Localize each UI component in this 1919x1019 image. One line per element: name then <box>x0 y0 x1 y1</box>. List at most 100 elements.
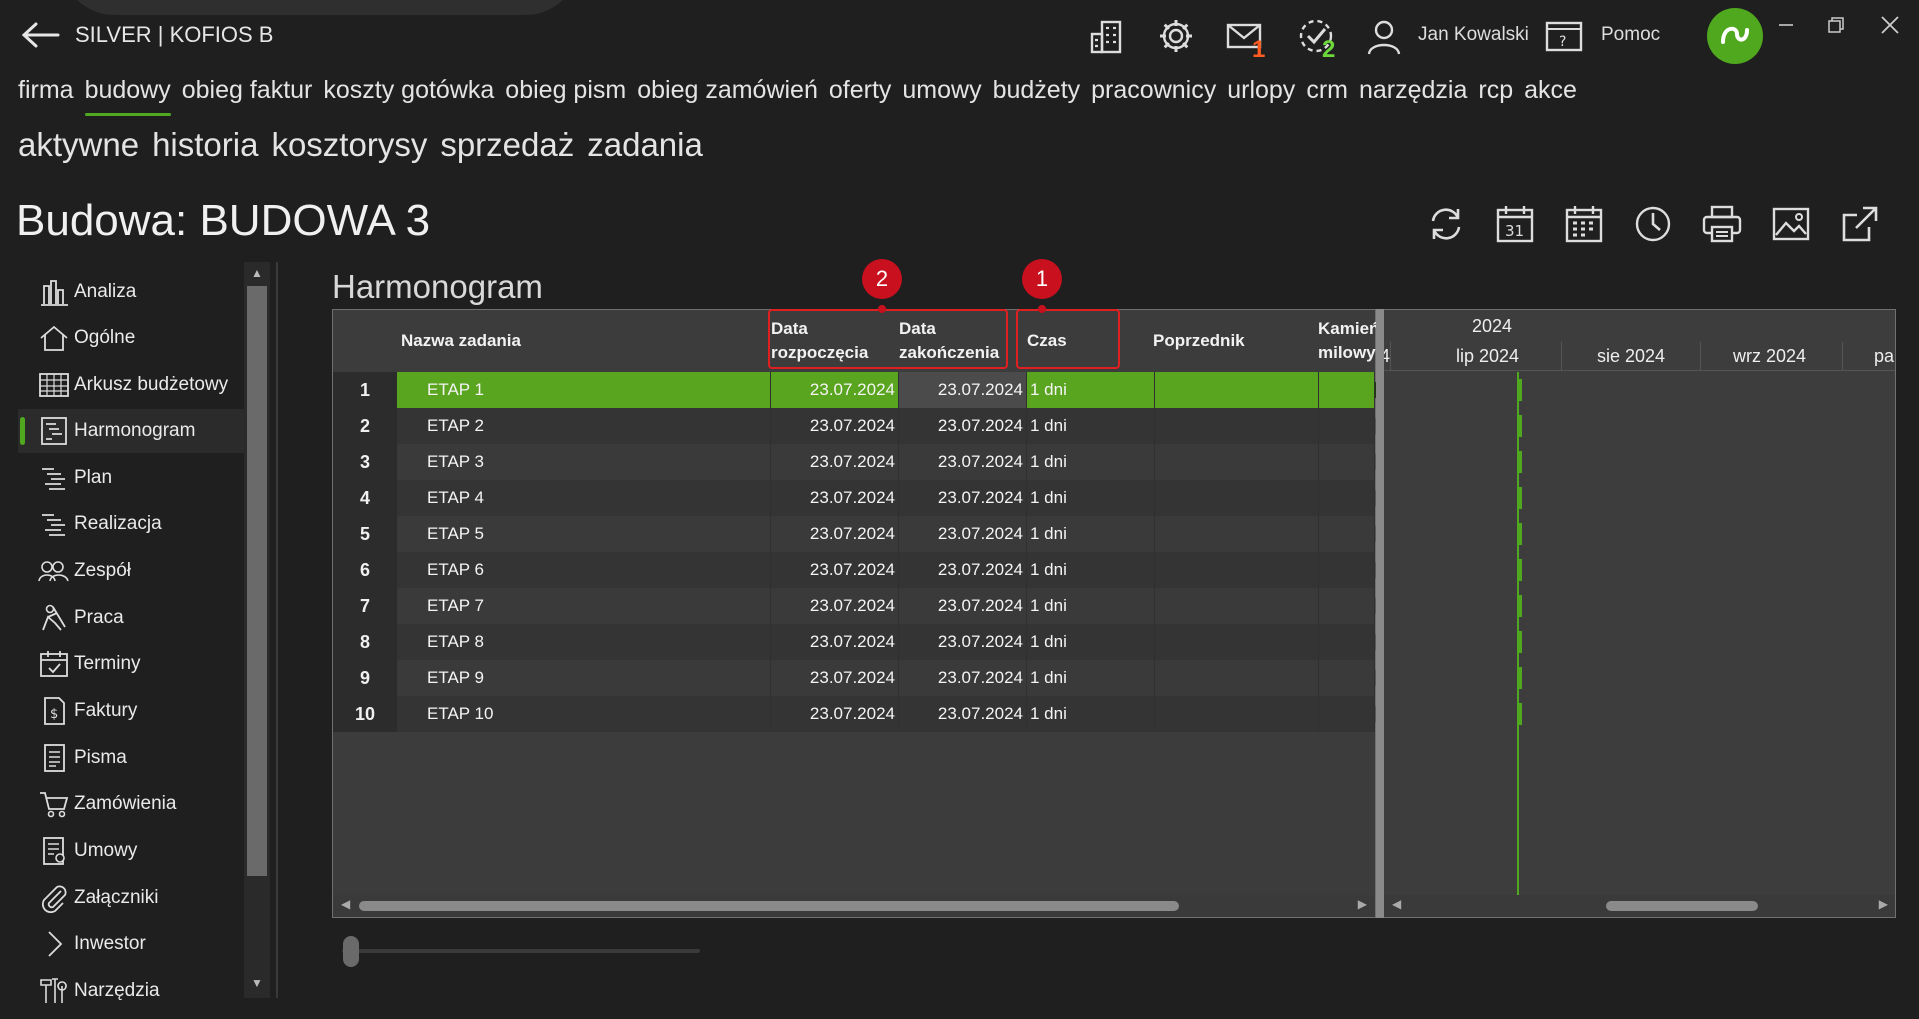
tasks-button[interactable]: 2 <box>1294 14 1338 63</box>
nav-item-obieg-faktur[interactable]: obieg faktur <box>182 76 313 116</box>
nav-item-budowy[interactable]: budowy <box>84 76 171 116</box>
table-row[interactable]: 2 ETAP 2 23.07.2024 23.07.2024 1 dni <box>333 408 1383 444</box>
cell-task-name[interactable]: ETAP 8 <box>397 624 771 660</box>
help-label[interactable]: Pomoc <box>1601 24 1660 46</box>
cell-start-date[interactable]: 23.07.2024 <box>771 660 899 696</box>
sidebar-item-zespol[interactable]: Zespół <box>18 549 244 593</box>
sidebar-item-plan[interactable]: Plan <box>18 456 244 500</box>
subnav-historia[interactable]: historia <box>152 126 258 164</box>
sidebar-scrollbar[interactable]: ▲ ▼ <box>244 262 270 998</box>
table-row[interactable]: 8 ETAP 8 23.07.2024 23.07.2024 1 dni <box>333 624 1383 660</box>
cell-start-date[interactable]: 23.07.2024 <box>771 624 899 660</box>
sidebar-item-ogolne[interactable]: Ogólne <box>18 316 244 360</box>
scroll-left-icon[interactable]: ◀ <box>1392 897 1401 911</box>
cell-end-date[interactable]: 23.07.2024 <box>899 696 1027 732</box>
refresh-button[interactable] <box>1422 200 1470 248</box>
subnav-kosztorysy[interactable]: kosztorysy <box>271 126 427 164</box>
print-button[interactable] <box>1698 200 1746 248</box>
cell-predecessor[interactable] <box>1155 624 1319 660</box>
sidebar-item-harmonogram[interactable]: Harmonogram <box>18 409 244 453</box>
cell-task-name[interactable]: ETAP 3 <box>397 444 771 480</box>
cell-duration[interactable]: 1 dni <box>1027 660 1155 696</box>
sidebar-item-pisma[interactable]: Pisma <box>18 736 244 780</box>
calendar-month-button[interactable] <box>1560 200 1608 248</box>
back-button[interactable] <box>18 18 62 52</box>
cell-end-date[interactable]: 23.07.2024 <box>899 588 1027 624</box>
cell-milestone[interactable] <box>1319 552 1383 588</box>
cell-milestone[interactable] <box>1319 408 1383 444</box>
cell-predecessor[interactable] <box>1155 372 1319 408</box>
cell-duration[interactable]: 1 dni <box>1027 480 1155 516</box>
sidebar-item-zalaczniki[interactable]: Załączniki <box>18 876 244 920</box>
scroll-down-icon[interactable]: ▼ <box>244 976 270 992</box>
cell-milestone[interactable] <box>1319 372 1383 408</box>
table-row[interactable]: 6 ETAP 6 23.07.2024 23.07.2024 1 dni <box>333 552 1383 588</box>
nav-item-oferty[interactable]: oferty <box>829 76 892 116</box>
cell-predecessor[interactable] <box>1155 408 1319 444</box>
cell-start-date[interactable]: 23.07.2024 <box>771 444 899 480</box>
subnav-zadania[interactable]: zadania <box>587 126 703 164</box>
nav-item-umowy[interactable]: umowy <box>902 76 981 116</box>
grid-scroll-thumb[interactable] <box>359 901 1179 911</box>
gantt-scroll-thumb[interactable] <box>1606 901 1758 911</box>
table-row[interactable]: 3 ETAP 3 23.07.2024 23.07.2024 1 dni <box>333 444 1383 480</box>
cell-end-date[interactable]: 23.07.2024 <box>899 624 1027 660</box>
cell-milestone[interactable] <box>1319 660 1383 696</box>
cell-start-date[interactable]: 23.07.2024 <box>771 372 899 408</box>
sidebar-item-realizacja[interactable]: Realizacja <box>18 502 244 546</box>
buildings-button[interactable] <box>1086 14 1130 58</box>
sidebar-item-terminy[interactable]: Terminy <box>18 642 244 686</box>
cell-end-date[interactable]: 23.07.2024 <box>899 408 1027 444</box>
cell-end-date[interactable]: 23.07.2024 <box>899 480 1027 516</box>
nav-item-obieg-zamowien[interactable]: obieg zamówień <box>637 76 818 116</box>
open-external-button[interactable] <box>1836 200 1884 248</box>
user-name[interactable]: Jan Kowalski <box>1418 24 1529 46</box>
cell-milestone[interactable] <box>1319 516 1383 552</box>
nav-item-akce[interactable]: akce <box>1524 76 1577 116</box>
cell-start-date[interactable]: 23.07.2024 <box>771 408 899 444</box>
cell-start-date[interactable]: 23.07.2024 <box>771 516 899 552</box>
cell-task-name[interactable]: ETAP 1 <box>397 372 771 408</box>
table-row[interactable]: 1 ETAP 1 23.07.2024 23.07.2024 1 dni <box>333 372 1383 408</box>
cell-task-name[interactable]: ETAP 4 <box>397 480 771 516</box>
cell-duration[interactable]: 1 dni <box>1027 372 1155 408</box>
nav-item-obieg-pism[interactable]: obieg pism <box>505 76 626 116</box>
table-row[interactable]: 5 ETAP 5 23.07.2024 23.07.2024 1 dni <box>333 516 1383 552</box>
cell-duration[interactable]: 1 dni <box>1027 444 1155 480</box>
cell-end-date[interactable]: 23.07.2024 <box>899 552 1027 588</box>
cell-start-date[interactable]: 23.07.2024 <box>771 588 899 624</box>
cell-duration[interactable]: 1 dni <box>1027 624 1155 660</box>
grid-horizontal-scrollbar[interactable]: ◀ ▶ <box>333 895 1375 917</box>
cell-milestone[interactable] <box>1319 588 1383 624</box>
calendar-day-button[interactable]: 31 <box>1491 200 1539 248</box>
restore-button[interactable] <box>1816 10 1856 40</box>
close-button[interactable] <box>1870 10 1910 40</box>
nav-item-firma[interactable]: firma <box>18 76 74 116</box>
nav-item-rcp[interactable]: rcp <box>1478 76 1513 116</box>
settings-button[interactable] <box>1154 14 1198 58</box>
cell-start-date[interactable]: 23.07.2024 <box>771 552 899 588</box>
sidebar-item-analiza[interactable]: Analiza <box>18 270 244 314</box>
cell-task-name[interactable]: ETAP 7 <box>397 588 771 624</box>
sidebar-item-umowy[interactable]: Umowy <box>18 829 244 873</box>
sidebar-item-praca[interactable]: Praca <box>18 596 244 640</box>
table-row[interactable]: 10 ETAP 10 23.07.2024 23.07.2024 1 dni <box>333 696 1383 732</box>
sidebar-item-narzedzia[interactable]: Narzędzia <box>18 969 244 1013</box>
cell-task-name[interactable]: ETAP 9 <box>397 660 771 696</box>
cell-predecessor[interactable] <box>1155 444 1319 480</box>
cell-task-name[interactable]: ETAP 5 <box>397 516 771 552</box>
sidebar-item-arkusz-budzetowy[interactable]: Arkusz budżetowy <box>18 363 244 407</box>
cell-task-name[interactable]: ETAP 10 <box>397 696 771 732</box>
history-button[interactable] <box>1629 200 1677 248</box>
scroll-left-icon[interactable]: ◀ <box>341 897 350 911</box>
grid-gantt-splitter[interactable] <box>1376 309 1384 918</box>
cell-start-date[interactable]: 23.07.2024 <box>771 696 899 732</box>
cell-milestone[interactable] <box>1319 444 1383 480</box>
sidebar-scroll-thumb[interactable] <box>247 286 267 876</box>
nav-item-pracownicy[interactable]: pracownicy <box>1091 76 1216 116</box>
scroll-right-icon[interactable]: ▶ <box>1879 897 1888 911</box>
mail-button[interactable]: 1 <box>1222 14 1266 63</box>
column-header-milestone[interactable]: Kamień milowy <box>1318 310 1378 372</box>
cell-milestone[interactable] <box>1319 696 1383 732</box>
column-header-predecessor[interactable]: Poprzednik <box>1153 310 1303 372</box>
